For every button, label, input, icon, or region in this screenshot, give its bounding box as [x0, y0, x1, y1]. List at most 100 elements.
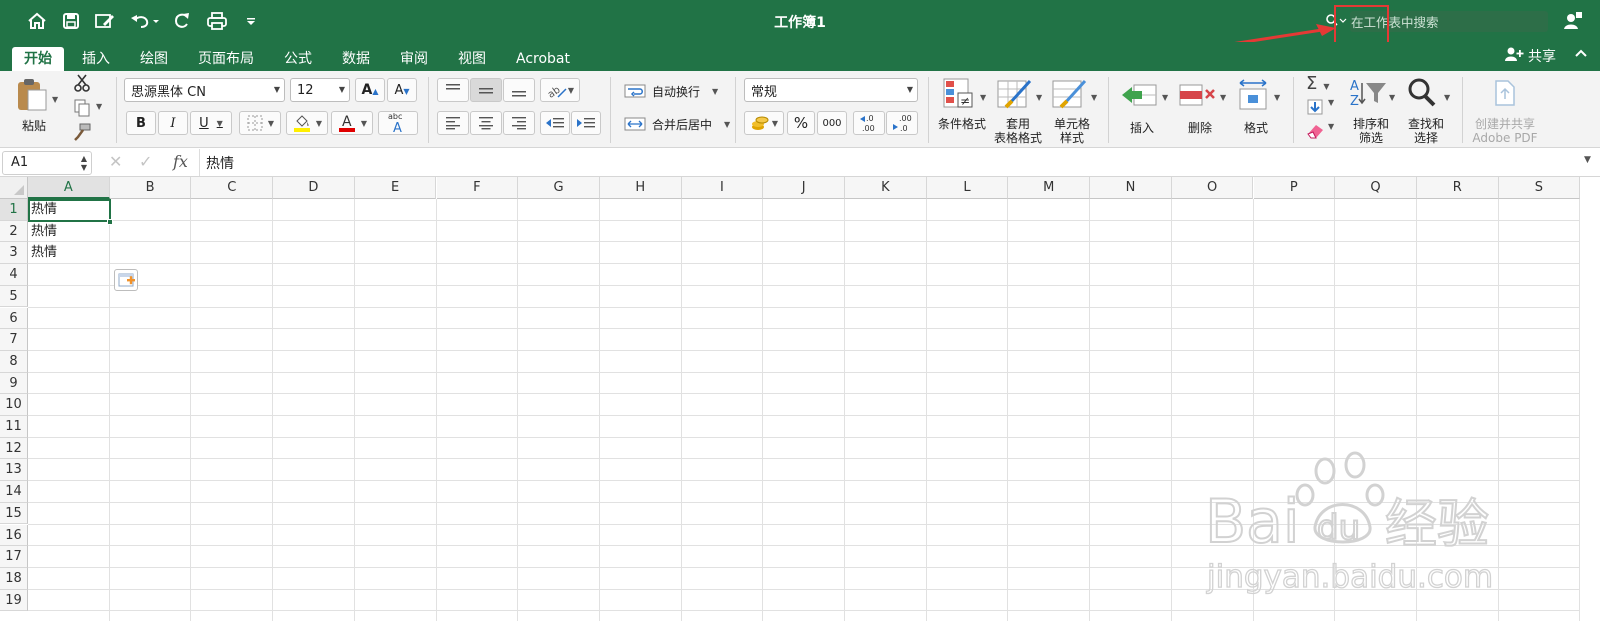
row-header-19[interactable]: 19: [0, 589, 28, 612]
row-header-11[interactable]: 11: [0, 416, 28, 438]
paste-button[interactable]: ▼ 粘贴: [12, 77, 58, 133]
fill-handle[interactable]: [107, 219, 113, 225]
column-header-n[interactable]: N: [1090, 177, 1172, 199]
confirm-formula-icon[interactable]: ✓: [139, 152, 152, 171]
row-header-7[interactable]: 7: [0, 329, 28, 351]
row-header-8[interactable]: 8: [0, 350, 28, 373]
format-painter-icon[interactable]: [72, 122, 94, 142]
comma-style-button[interactable]: 000: [817, 111, 847, 135]
row-header-4[interactable]: 4: [0, 264, 28, 286]
increase-decimal-button[interactable]: .0.00: [853, 111, 885, 135]
tab-formulas[interactable]: 公式: [284, 47, 312, 71]
increase-indent-button[interactable]: [571, 111, 601, 135]
tab-insert[interactable]: 插入: [82, 47, 110, 71]
column-header-b[interactable]: B: [109, 177, 192, 199]
row-header-10[interactable]: 10: [0, 394, 28, 416]
column-header-o[interactable]: O: [1171, 177, 1254, 199]
align-right-button[interactable]: [503, 111, 535, 135]
paste-options-button[interactable]: [114, 269, 138, 291]
align-bottom-button[interactable]: [503, 78, 535, 102]
worksheet-grid[interactable]: ABCDEFGHIJKLMNOPQRS 1 2 3 4 5 6 7 8 9 10 11 12 13 14 1…: [0, 177, 1600, 633]
column-header-k[interactable]: K: [845, 177, 927, 199]
font-color-button[interactable]: A ▼: [331, 111, 373, 135]
expand-formula-bar-icon[interactable]: ▼: [1584, 155, 1591, 165]
select-all-corner[interactable]: [0, 177, 28, 199]
column-header-l[interactable]: L: [926, 177, 1009, 199]
decrease-font-size-button[interactable]: A▼: [387, 78, 417, 102]
align-middle-button[interactable]: [470, 78, 502, 102]
fill-button[interactable]: ▼: [1306, 98, 1340, 118]
collapse-ribbon-icon[interactable]: [1574, 46, 1588, 64]
tab-page-layout[interactable]: 页面布局: [198, 47, 254, 71]
borders-button[interactable]: ▼: [239, 111, 281, 135]
wrap-text-button[interactable]: 自动换行 ▼: [624, 81, 718, 101]
align-top-button[interactable]: [437, 78, 469, 102]
number-format-select[interactable]: 常规 ▼: [744, 78, 918, 102]
phonetic-button[interactable]: abc A: [378, 111, 418, 135]
name-box[interactable]: A1 ▲ ▼: [2, 151, 92, 175]
conditional-formatting-button[interactable]: ≠ ▼ 条件格式: [936, 77, 992, 143]
column-header-e[interactable]: E: [354, 177, 437, 199]
row-header-3[interactable]: 3: [0, 242, 28, 265]
find-select-button[interactable]: ▼ 查找和 选择: [1404, 77, 1456, 145]
format-as-table-button[interactable]: ▼ 套用 表格格式: [992, 77, 1048, 145]
bold-button[interactable]: B: [126, 111, 156, 135]
tab-draw[interactable]: 绘图: [140, 47, 168, 71]
percent-style-button[interactable]: %: [787, 111, 815, 135]
sort-filter-button[interactable]: A Z ▼ 排序和 筛选: [1348, 77, 1400, 145]
column-header-m[interactable]: M: [1008, 177, 1091, 199]
row-header-18[interactable]: 18: [0, 567, 28, 590]
cancel-formula-icon[interactable]: ✕: [109, 152, 122, 171]
align-left-button[interactable]: [437, 111, 469, 135]
tab-data[interactable]: 数据: [342, 47, 370, 71]
font-name-select[interactable]: 思源黑体 CN ▼: [124, 78, 285, 102]
italic-button[interactable]: I: [158, 111, 188, 135]
merge-center-button[interactable]: 合并后居中 ▼: [624, 114, 730, 134]
column-header-s[interactable]: S: [1498, 177, 1581, 199]
cell-a3[interactable]: 热情: [28, 242, 110, 264]
underline-button[interactable]: U ▼: [190, 111, 232, 135]
orientation-button[interactable]: ab ▼: [540, 78, 580, 102]
column-header-g[interactable]: G: [518, 177, 600, 199]
account-icon[interactable]: [1562, 10, 1584, 35]
formula-input[interactable]: 热情: [199, 149, 1549, 176]
column-header-h[interactable]: H: [599, 177, 682, 199]
column-header-a[interactable]: A: [28, 177, 110, 199]
insert-function-button[interactable]: fx: [173, 152, 188, 171]
row-header-17[interactable]: 17: [0, 546, 28, 568]
column-header-q[interactable]: Q: [1335, 177, 1417, 199]
copy-icon[interactable]: ▼: [72, 98, 106, 118]
decrease-decimal-button[interactable]: .00.0: [886, 111, 918, 135]
row-header-9[interactable]: 9: [0, 372, 28, 395]
tab-acrobat[interactable]: Acrobat: [516, 47, 570, 71]
decrease-indent-button[interactable]: [540, 111, 570, 135]
row-header-2[interactable]: 2: [0, 220, 28, 243]
row-header-12[interactable]: 12: [0, 437, 28, 460]
column-header-f[interactable]: F: [436, 177, 519, 199]
cell-a2[interactable]: 热情: [28, 221, 110, 243]
cut-icon[interactable]: [72, 73, 94, 93]
insert-cells-button[interactable]: ▼ 插入: [1118, 77, 1172, 143]
row-header-14[interactable]: 14: [0, 481, 28, 503]
column-header-r[interactable]: R: [1416, 177, 1499, 199]
name-box-spinner-icon[interactable]: ▲ ▼: [81, 154, 87, 172]
row-header-13[interactable]: 13: [0, 459, 28, 482]
column-header-j[interactable]: J: [763, 177, 845, 199]
tab-home[interactable]: 开始: [12, 47, 64, 71]
format-cells-button[interactable]: ▼ 格式: [1234, 77, 1286, 143]
clear-button[interactable]: ▼: [1306, 122, 1340, 142]
column-header-c[interactable]: C: [191, 177, 274, 199]
column-header-d[interactable]: D: [273, 177, 355, 199]
delete-cells-button[interactable]: ▼ 删除: [1176, 77, 1230, 143]
font-size-select[interactable]: 12 ▼: [290, 78, 350, 102]
tab-view[interactable]: 视图: [458, 47, 486, 71]
share-button[interactable]: 共享: [1504, 46, 1556, 66]
row-header-1[interactable]: 1: [0, 199, 28, 221]
accounting-format-button[interactable]: ▼: [744, 111, 784, 135]
increase-font-size-button[interactable]: A▲: [355, 78, 385, 102]
tab-review[interactable]: 审阅: [400, 47, 428, 71]
fill-color-button[interactable]: ▼: [286, 111, 328, 135]
row-header-15[interactable]: 15: [0, 502, 28, 525]
autosum-button[interactable]: Σ ▼: [1306, 73, 1340, 94]
column-header-p[interactable]: P: [1253, 177, 1336, 199]
